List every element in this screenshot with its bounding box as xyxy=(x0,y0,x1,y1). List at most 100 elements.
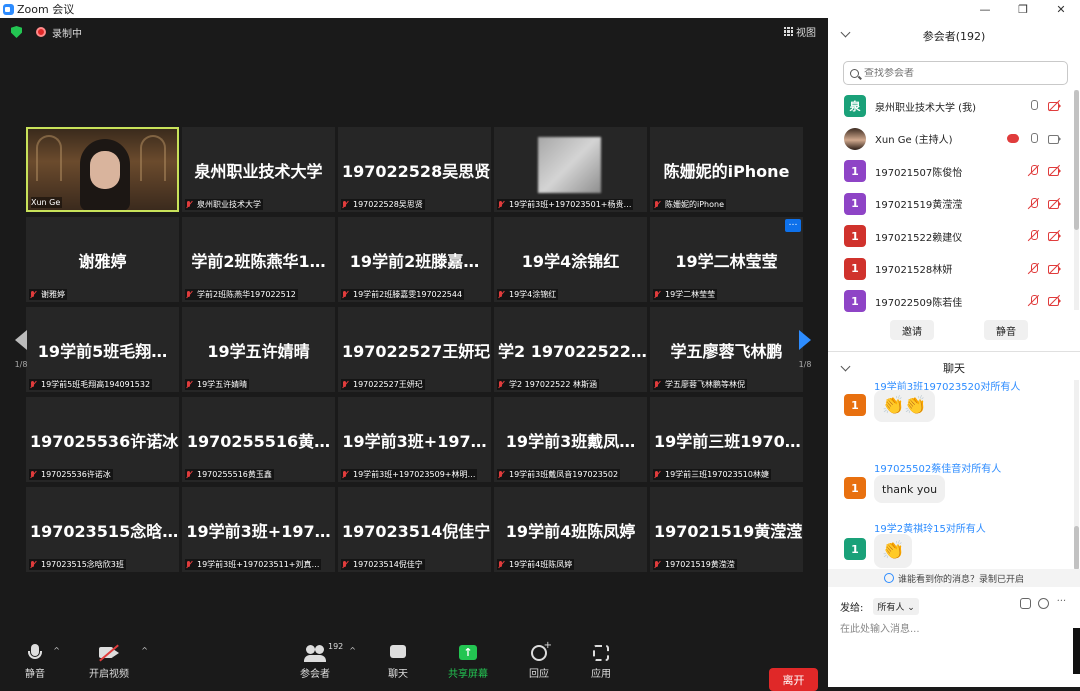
participant-tile[interactable]: 19学五许婧晴 19学五许婧晴 xyxy=(182,307,335,392)
participant-row[interactable]: 1 197022509陈若佳 xyxy=(828,285,1073,318)
participant-tile[interactable]: 19学前3班+197… 19学前3班+197023509+林明… xyxy=(338,397,491,482)
participants-button[interactable]: 192 ^ 参会者 xyxy=(300,642,356,680)
chevron-down-icon[interactable] xyxy=(840,361,851,372)
participant-tile[interactable]: 197021519黄滢滢 197021519黄滢滢 xyxy=(650,487,803,572)
microphone-icon[interactable] xyxy=(1027,100,1040,111)
message-bubble: 👏 xyxy=(874,534,913,568)
participant-name: 197021507陈俊怡 xyxy=(875,167,963,179)
mic-muted-icon[interactable] xyxy=(1027,164,1040,177)
close-button[interactable]: ✕ xyxy=(1042,0,1080,18)
participant-label-text: 19学二林莹莹 xyxy=(665,290,716,299)
microphone-icon[interactable] xyxy=(1027,132,1040,144)
caret-up-icon[interactable]: ^ xyxy=(349,646,356,655)
participant-tile[interactable]: 197023515念晗… 197023515念晗欣3班 xyxy=(26,487,179,572)
mute-all-button[interactable]: 静音 xyxy=(984,320,1028,340)
video-off-icon[interactable] xyxy=(1048,262,1061,274)
participant-tile[interactable]: 学2 197022522… 学2 197022522 林斯涵 xyxy=(494,307,647,392)
leave-button[interactable]: 离开 xyxy=(769,668,818,691)
participant-row[interactable]: 泉泉州职业技术大学 (我) xyxy=(828,90,1073,123)
participant-row[interactable]: Xun Ge (主持人) xyxy=(828,123,1073,156)
participant-row[interactable]: 1 197021519黄滢滢 xyxy=(828,188,1073,221)
zoom-logo-icon xyxy=(3,3,14,15)
minimize-button[interactable]: — xyxy=(966,0,1004,18)
participant-tile[interactable]: 197023514倪佳宁 197023514倪佳宁 xyxy=(338,487,491,572)
apps-button[interactable]: 应用 xyxy=(590,644,612,680)
participant-tile[interactable]: 19学前3班戴凤… 19学前3班戴凤音197023502 xyxy=(494,397,647,482)
mic-muted-icon xyxy=(497,290,505,299)
caret-up-icon[interactable]: ^ xyxy=(53,646,60,655)
mic-muted-icon[interactable] xyxy=(1027,294,1040,307)
message-sender: 197025502蔡佳音对所有人 xyxy=(874,464,1002,475)
participant-tile[interactable]: 学五廖蓉飞林鹏 学五廖蓉飞林鹏等林倪 xyxy=(650,307,803,392)
search-input[interactable] xyxy=(864,67,1054,79)
video-camera-icon[interactable] xyxy=(1048,133,1061,144)
participant-row[interactable]: 1 197021522赖建仪 xyxy=(828,220,1073,253)
participant-tile[interactable]: 19学前三班1970… 19学前三班197023510林婕 xyxy=(650,397,803,482)
video-off-icon[interactable] xyxy=(1048,99,1061,112)
prev-page-button[interactable]: 1/8 xyxy=(11,314,31,384)
avatar: 1 xyxy=(844,538,866,560)
mic-muted-icon[interactable] xyxy=(1027,262,1040,274)
file-icon[interactable] xyxy=(1020,598,1032,609)
video-off-icon[interactable] xyxy=(1048,294,1061,307)
emoji-icon[interactable] xyxy=(1038,598,1050,609)
invite-button[interactable]: 邀请 xyxy=(890,320,934,340)
share-screen-button[interactable]: ↑ 共享屏幕 xyxy=(448,644,488,680)
participant-tile[interactable]: 197022528吴思贤 197022528吴思贤 xyxy=(338,127,491,212)
participant-label: 学前2班陈燕华197022512 xyxy=(185,289,298,300)
security-shield-icon[interactable] xyxy=(11,26,22,38)
reactions-label: 回应 xyxy=(529,669,549,680)
participant-row[interactable]: 1 197021507陈俊怡 xyxy=(828,155,1073,188)
participant-label: 197025551​6黄玉鑫 xyxy=(185,469,274,480)
participant-tile[interactable]: Xun Ge xyxy=(26,127,179,212)
participants-scrollbar[interactable] xyxy=(1074,90,1079,310)
caret-up-icon[interactable]: ^ xyxy=(141,646,148,655)
avatar: 1 xyxy=(844,160,866,183)
video-off-icon[interactable] xyxy=(1048,164,1061,177)
participant-row[interactable]: 1 197021528林妍 xyxy=(828,253,1073,286)
message-bubble: thank you xyxy=(874,475,946,503)
send-to-dropdown[interactable]: 所有人 ⌄ xyxy=(873,598,919,615)
recording-icon xyxy=(36,27,46,37)
chat-button[interactable]: 聊天 xyxy=(387,644,409,680)
view-button[interactable]: 视图 xyxy=(784,24,816,39)
chat-privacy-notice[interactable]: 谁能看到你的消息？录制已开启 xyxy=(828,569,1080,587)
mic-muted-icon[interactable] xyxy=(1027,197,1040,209)
chat-input[interactable]: 在此处输入消息... xyxy=(840,620,920,635)
participant-tile[interactable]: 197022527王妍玘 197022527王妍玘 xyxy=(338,307,491,392)
chevron-down-icon[interactable] xyxy=(840,27,851,38)
message-bubble: 👏👏 xyxy=(874,390,935,422)
chat-title: 聊天 xyxy=(943,362,965,375)
next-page-button[interactable]: 1/8 xyxy=(795,314,815,384)
participant-tile[interactable]: 陈姗妮的iPhone 陈姗妮的iPhone xyxy=(650,127,803,212)
participant-label: 19学二林莹莹 xyxy=(653,289,718,300)
chat-scrollbar[interactable] xyxy=(1074,380,1079,570)
participant-tile[interactable]: 19学前3班+197… 19学前3班+197023511+刘真… xyxy=(182,487,335,572)
participant-tile[interactable]: 19学前4班陈凤婷 19学前4班陈凤婷 xyxy=(494,487,647,572)
mic-muted-icon[interactable] xyxy=(1027,229,1040,242)
participant-tile[interactable]: 19学前3班+197023501+杨贵… xyxy=(494,127,647,212)
maximize-button[interactable]: ❐ xyxy=(1004,0,1042,18)
search-participants[interactable] xyxy=(843,61,1068,85)
participant-tile[interactable]: 19学前2班滕嘉… 19学前2班滕嘉雯197022544 xyxy=(338,217,491,302)
participant-tile[interactable]: 谢雅婷 谢雅婷 xyxy=(26,217,179,302)
participant-label: 学2 197022522 林斯涵 xyxy=(497,379,599,390)
more-icon[interactable]: ··· xyxy=(1056,597,1066,609)
video-off-icon[interactable] xyxy=(1048,197,1061,209)
participant-tile[interactable]: 19学二林莹莹 19学二林莹莹… xyxy=(650,217,803,302)
mic-muted-icon xyxy=(497,470,505,479)
mic-muted-icon xyxy=(341,380,349,389)
mute-button[interactable]: ^ 静音 xyxy=(24,644,60,680)
participant-tile[interactable]: 19学前5班毛翔… 19学前5班毛翔高194091532 xyxy=(26,307,179,392)
participant-tile[interactable]: 19学4涂锦红 19学4涂锦红 xyxy=(494,217,647,302)
more-options-button[interactable]: … xyxy=(785,219,801,232)
avatar: 1 xyxy=(844,394,866,416)
participant-tile[interactable]: 197025551​6黄… 197025551​6黄玉鑫 xyxy=(182,397,335,482)
participant-tile[interactable]: 泉州职业技术大学 泉州职业技术大学 xyxy=(182,127,335,212)
reactions-button[interactable]: 回应 xyxy=(528,640,552,680)
participant-tile[interactable]: 197025536许诺冰 197025536许诺冰 xyxy=(26,397,179,482)
start-video-button[interactable]: ^ 开启视频 xyxy=(89,644,148,680)
page-indicator: 1/8 xyxy=(798,359,812,369)
participant-tile[interactable]: 学前2班陈燕华1… 学前2班陈燕华197022512 xyxy=(182,217,335,302)
video-off-icon[interactable] xyxy=(1048,229,1061,242)
